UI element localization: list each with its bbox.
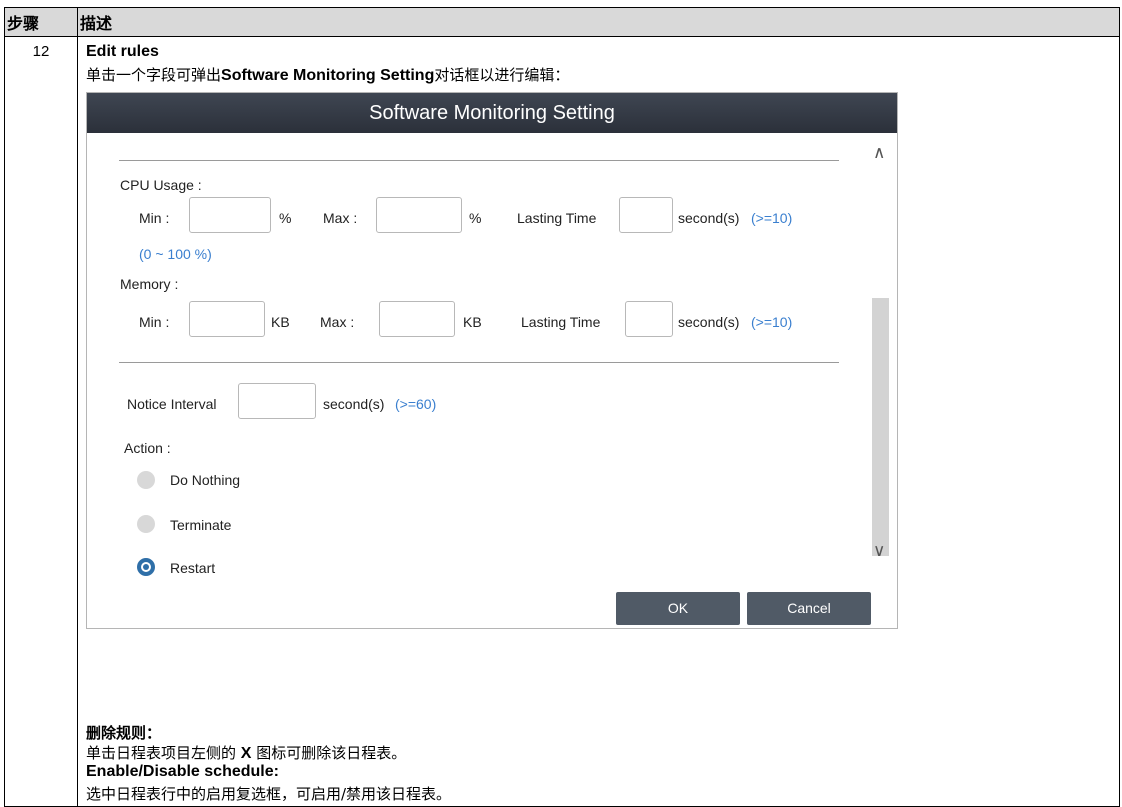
delete-rules-title: 删除规则： [86,724,162,742]
radio-label-restart[interactable]: Restart [170,560,215,576]
mem-seconds-label: second(s) [678,314,740,330]
mem-min-input[interactable] [189,301,265,337]
radio-label-do-nothing[interactable]: Do Nothing [170,472,240,488]
cpu-seconds-label: second(s) [678,210,740,226]
cpu-max-input[interactable] [376,197,462,233]
enable-disable-description: 选中日程表行中的启用复选框，可启用/禁用该日程表。 [86,785,452,803]
radio-label-terminate[interactable]: Terminate [170,517,231,533]
step-description: Edit rules 单击一个字段可弹出Software Monitoring … [77,36,1120,807]
cpu-min-percent: % [279,210,292,226]
mem-max-label: Max : [320,314,355,330]
enable-disable-title: Enable/Disable schedule: [86,763,279,780]
notice-interval-label: Notice Interval [127,396,217,412]
cpu-usage-label: CPU Usage : [120,177,202,193]
edit-rules-description: 单击一个字段可弹出Software Monitoring Setting对话框以… [86,66,570,84]
cpu-max-percent: % [469,210,482,226]
notice-interval-hint: (>=60) [395,396,437,412]
delete-rules-description: 单击日程表项目左侧的 X 图标可删除该日程表。 [86,744,407,762]
edit-rules-title: Edit rules [86,43,159,60]
mem-lasting-label: Lasting Time [521,314,601,330]
mem-min-label: Min : [139,314,170,330]
mem-lasting-hint: (>=10) [751,314,793,330]
scrollbar-thumb[interactable] [872,298,889,556]
radio-terminate[interactable] [137,515,155,533]
cpu-min-input[interactable] [189,197,271,233]
notice-interval-input[interactable] [238,383,316,419]
notice-seconds-label: second(s) [323,396,385,412]
cpu-min-label: Min : [139,210,170,226]
scroll-up-icon[interactable]: ∧ [873,143,885,163]
memory-label: Memory : [120,276,179,292]
mem-min-kb: KB [271,314,290,330]
cancel-button[interactable]: Cancel [747,592,871,625]
cpu-lasting-label: Lasting Time [517,210,597,226]
procedure-table: 步骤 描述 12 Edit rules 单击一个字段可弹出Software Mo… [4,7,1120,807]
cpu-range-hint: (0 ~ 100 %) [139,246,212,262]
mem-max-kb: KB [463,314,482,330]
cpu-lasting-input[interactable] [619,197,673,233]
mem-lasting-input[interactable] [625,301,673,337]
header-description: 描述 [77,7,1120,37]
step-number: 12 [4,36,78,807]
cpu-max-label: Max : [323,210,358,226]
software-monitoring-dialog: Software Monitoring Setting CPU Usage : … [86,92,898,629]
radio-restart[interactable] [137,558,155,576]
scroll-down-icon[interactable]: ∨ [873,541,885,561]
ok-button[interactable]: OK [616,592,740,625]
dialog-title: Software Monitoring Setting [87,93,897,133]
action-label: Action : [124,440,171,456]
radio-do-nothing[interactable] [137,471,155,489]
divider [119,160,839,161]
header-step: 步骤 [4,7,78,37]
mem-max-input[interactable] [379,301,455,337]
divider [119,362,839,363]
cpu-lasting-hint: (>=10) [751,210,793,226]
